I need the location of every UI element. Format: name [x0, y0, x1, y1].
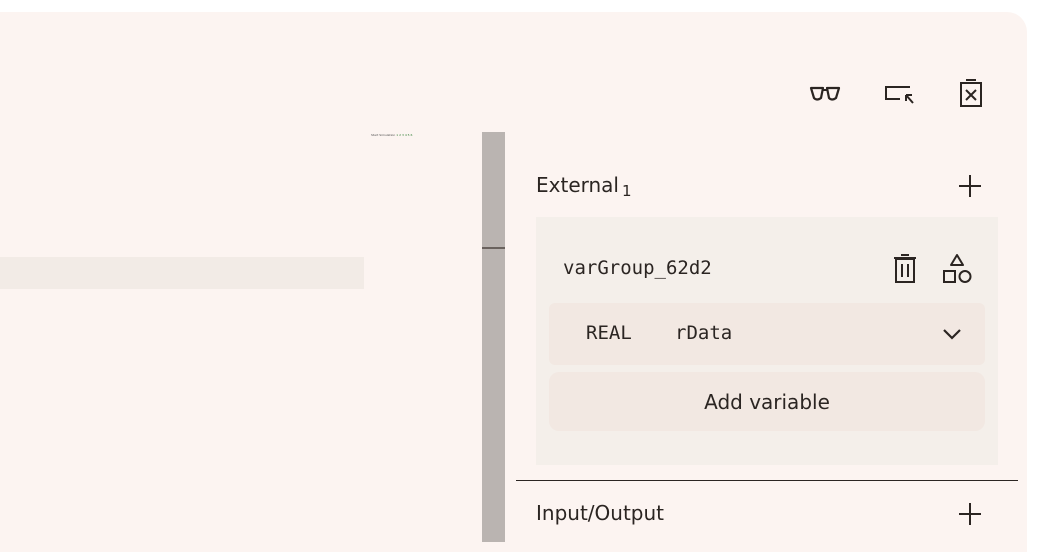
- tiny-label-green: 1 2 3 4 5 6: [396, 133, 413, 137]
- group-name[interactable]: varGroup_62d2: [563, 257, 712, 279]
- scrollbar-splitter[interactable]: [482, 247, 505, 249]
- group-type-button[interactable]: [942, 253, 972, 285]
- add-input-output-button[interactable]: [956, 500, 984, 528]
- shapes-icon: [943, 254, 972, 283]
- select-arrow-icon[interactable]: [884, 78, 916, 110]
- glasses-icon[interactable]: [809, 78, 841, 110]
- variable-group-card: varGroup_62d2 REAL rData Add variable: [536, 217, 998, 465]
- section-input-output-label: Input/Output: [536, 501, 664, 525]
- add-variable-button[interactable]: Add variable: [549, 372, 985, 431]
- section-divider: [516, 480, 1018, 481]
- plus-icon: [959, 175, 981, 197]
- delete-box-icon[interactable]: [955, 78, 987, 110]
- variable-type: REAL: [586, 322, 632, 344]
- vertical-scrollbar[interactable]: [482, 132, 505, 542]
- delete-group-button[interactable]: [890, 253, 920, 285]
- chevron-down-icon[interactable]: [941, 323, 963, 345]
- section-external-count: 1: [621, 182, 632, 200]
- section-input-output-title: Input/Output: [536, 501, 664, 525]
- tiny-label: Start Simulation 1 2 3 4 5 6: [371, 133, 412, 137]
- section-external-label: External: [536, 173, 619, 197]
- variable-row[interactable]: REAL rData: [549, 303, 985, 365]
- section-external-title: External 1: [536, 173, 632, 200]
- plus-icon: [959, 503, 981, 525]
- highlighted-row[interactable]: [0, 257, 364, 289]
- trash-icon: [894, 254, 916, 283]
- tiny-label-text: Start Simulation: [371, 133, 396, 137]
- add-external-button[interactable]: [956, 172, 984, 200]
- variable-name: rData: [675, 322, 733, 344]
